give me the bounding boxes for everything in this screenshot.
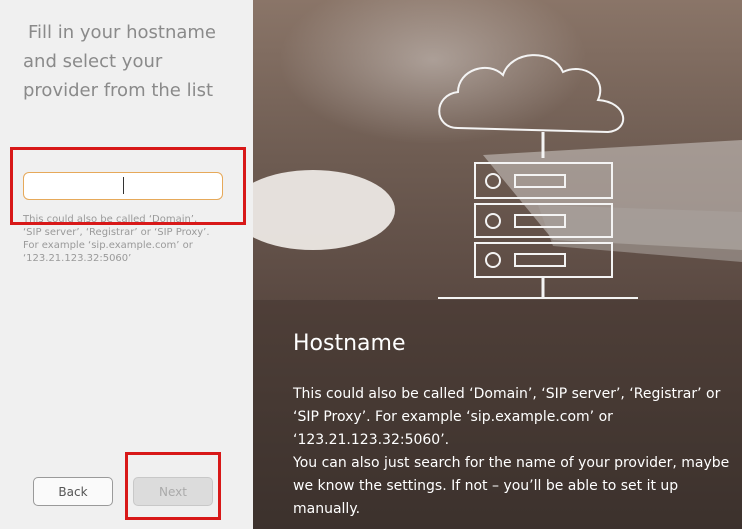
hint-line-4: ‘123.21.123.32:5060’ <box>23 253 132 264</box>
back-button[interactable]: Back <box>33 477 113 506</box>
heading-line-3: provider from the list <box>23 80 214 101</box>
info-title: Hostname <box>293 331 406 356</box>
page-heading: Fill in your hostname and select your pr… <box>23 18 243 105</box>
left-panel: Fill in your hostname and select your pr… <box>0 0 253 529</box>
info-line-1: This could also be called ‘Domain’, ‘SIP… <box>293 386 721 402</box>
info-line-3: ‘123.21.123.32:5060’. <box>293 432 450 448</box>
info-line-5: we know the settings. If not – you’ll be… <box>293 478 679 494</box>
laptop-base-shape <box>538 205 742 262</box>
cloud-icon <box>438 54 625 134</box>
heading-line-2: and select your <box>23 51 163 72</box>
info-body: This could also be called ‘Domain’, ‘SIP… <box>293 383 738 521</box>
next-highlight-box <box>125 452 221 520</box>
mouse-shape <box>253 170 395 250</box>
input-highlight-box <box>10 147 246 225</box>
info-line-4: You can also just search for the name of… <box>293 455 730 471</box>
hint-line-2: ‘SIP server’, ‘Registrar’ or ‘SIP Proxy’… <box>23 227 210 238</box>
heading-line-1: Fill in your hostname <box>28 22 216 43</box>
info-line-6: manually. <box>293 501 361 517</box>
info-line-2: ‘SIP Proxy’. For example ‘sip.example.co… <box>293 409 613 425</box>
hint-line-3: For example ‘sip.example.com’ or <box>23 240 193 251</box>
info-panel: Hostname This could also be called ‘Doma… <box>253 0 742 529</box>
